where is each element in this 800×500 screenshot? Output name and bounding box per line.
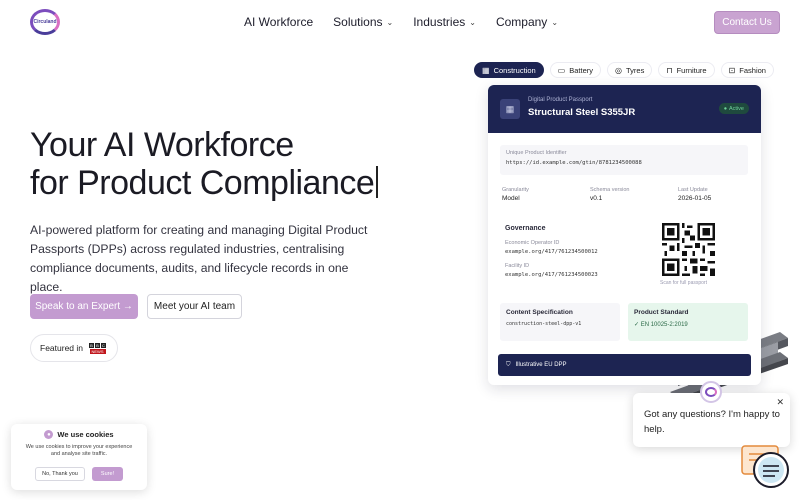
content-spec-title: Content Specification (506, 309, 573, 316)
tab-tyres[interactable]: ◎ Tyres (607, 62, 653, 78)
tab-fashion[interactable]: ⊡ Fashion (720, 62, 774, 78)
speak-to-expert-button[interactable]: Speak to an Expert → (30, 294, 138, 319)
meta-label: Last Update (678, 187, 708, 193)
logo-mark: Circuland (30, 9, 60, 35)
cookie-title-row: ● We use cookies (11, 430, 147, 439)
logo[interactable]: Circuland (22, 9, 68, 35)
chat-message: Got any questions? I'm happy to help. (644, 409, 780, 435)
tab-label: Furniture (676, 65, 707, 75)
bag-icon: ⊡ (728, 65, 736, 75)
passport-footer: ⛉ Illustrative EU DPP (498, 354, 751, 376)
tab-label: Construction (493, 65, 536, 75)
nav-label: AI Workforce (244, 15, 314, 29)
typing-caret (376, 166, 379, 198)
chevron-down-icon: ⌄ (386, 17, 394, 27)
chat-launcher-icon[interactable] (741, 444, 791, 490)
qr-code[interactable] (662, 223, 715, 276)
cookie-text: We use cookies to improve your experienc… (25, 444, 133, 457)
hero-title-line2: for Product Compliance (30, 164, 375, 202)
shield-icon: ⛉ (506, 361, 511, 368)
tab-label: Battery (569, 65, 593, 75)
status-label: Active (729, 105, 744, 112)
nav-label: Industries (413, 15, 466, 29)
building-icon: ▦ (482, 65, 490, 75)
hero-title: Your AI Workforce for Product Compliance (30, 126, 430, 202)
product-standard-title: Product Standard (634, 309, 689, 316)
meta-granularity: Granularity Model (502, 187, 572, 202)
cookie-decline-button[interactable]: No, Thank you (35, 467, 85, 481)
featured-in-badge[interactable]: Featured in BBC NEWS (30, 334, 118, 362)
contact-us-button[interactable]: Contact Us (714, 11, 780, 34)
status-dot-icon: ● (723, 105, 728, 112)
facility-value: example.org/417/761234500023 (505, 272, 598, 278)
qr-note: Scan for full passport (660, 280, 707, 286)
nav-solutions[interactable]: Solutions ⌄ (333, 15, 393, 29)
sofa-icon: ⊓ (666, 65, 673, 75)
logo-text: Circuland (33, 19, 57, 25)
nav-ai-workforce[interactable]: AI Workforce (244, 15, 313, 29)
content-spec-value: construction-steel-dpp-v1 (506, 321, 582, 327)
facility-id: Facility ID example.org/417/761234500023 (505, 263, 635, 278)
check-icon: ✓ (634, 322, 640, 328)
tab-label: Fashion (739, 65, 766, 75)
cookie-icon: ● (44, 430, 54, 439)
chevron-down-icon: ⌄ (551, 17, 559, 27)
operator-label: Economic Operator ID (505, 240, 560, 246)
product-passport-card: ▦ Digital Product Passport Structural St… (488, 85, 761, 385)
meta-value: v0.1 (590, 195, 603, 202)
operator-id: Economic Operator ID example.org/417/761… (505, 240, 635, 255)
facility-label: Facility ID (505, 263, 530, 269)
meta-value: 2026-01-05 (678, 195, 712, 202)
product-standard-box: Product Standard ✓ EN 10025-2:2019 (628, 303, 748, 341)
operator-value: example.org/417/761234500012 (505, 249, 598, 255)
building-icon: ▦ (500, 99, 520, 119)
uid-label: Unique Product Identifier (506, 150, 567, 156)
passport-title: Structural Steel S355JR (528, 107, 636, 118)
passport-header: ▦ Digital Product Passport Structural St… (488, 85, 761, 133)
product-standard-value: EN 10025-2:2019 (640, 322, 688, 328)
nav-company[interactable]: Company ⌄ (496, 15, 558, 29)
tab-battery[interactable]: ▭ Battery (549, 62, 601, 78)
chat-avatar (700, 381, 722, 403)
close-icon[interactable]: ✕ (776, 395, 784, 410)
featured-label: Featured in (40, 343, 83, 353)
hero-title-line1: Your AI Workforce (30, 126, 294, 164)
main-nav: AI Workforce Solutions ⌄ Industries ⌄ Co… (244, 15, 558, 29)
passport-footer-label: Illustrative EU DPP (515, 362, 567, 368)
tab-label: Tyres (625, 65, 645, 75)
logo-mark (705, 387, 717, 397)
meta-label: Schema version (590, 187, 630, 193)
cookie-title: We use cookies (57, 430, 114, 439)
nav-industries[interactable]: Industries ⌄ (413, 15, 476, 29)
nav-label: Solutions (333, 15, 383, 29)
tyre-icon: ◎ (615, 65, 622, 75)
cookie-accept-button[interactable]: Sure! (92, 467, 123, 481)
page: Circuland AI Workforce Solutions ⌄ Indus… (0, 0, 800, 500)
meet-ai-team-button[interactable]: Meet your AI team (147, 294, 242, 319)
battery-icon: ▭ (557, 65, 566, 75)
passport-meta: Granularity Model Schema version v0.1 La… (502, 187, 748, 202)
chevron-down-icon: ⌄ (469, 17, 476, 27)
passport-subtitle: Digital Product Passport (528, 97, 593, 103)
tab-furniture[interactable]: ⊓ Furniture (658, 62, 715, 78)
hero-description: AI-powered platform for creating and man… (30, 223, 368, 294)
meta-value: Model (502, 195, 520, 202)
meta-last-update: Last Update 2026-01-05 (678, 187, 748, 202)
uid-box: Unique Product Identifier https://id.exa… (500, 145, 748, 175)
bbc-news-logo: BBC NEWS (89, 342, 106, 354)
industry-tabs: ▦ Construction ▭ Battery ◎ Tyres ⊓ Furni… (474, 62, 774, 78)
product-standard-row: ✓ EN 10025-2:2019 (634, 321, 742, 328)
meta-label: Granularity (502, 187, 529, 193)
content-spec-box: Content Specification construction-steel… (500, 303, 620, 341)
uid-value[interactable]: https://id.example.com/gtin/878123450008… (506, 160, 742, 166)
status-badge: ● Active (718, 103, 749, 114)
tab-construction[interactable]: ▦ Construction (474, 62, 544, 78)
governance-title: Governance (505, 225, 546, 232)
nav-label: Company (495, 15, 548, 29)
cookie-banner: ● We use cookies We use cookies to impro… (11, 424, 147, 490)
meta-schema-version: Schema version v0.1 (590, 187, 660, 202)
